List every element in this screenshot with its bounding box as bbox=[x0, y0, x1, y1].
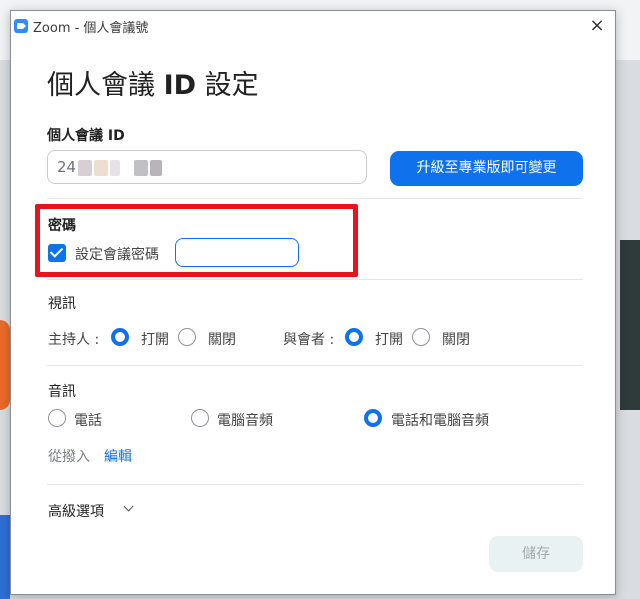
audio-section-label: 音訊 bbox=[48, 384, 76, 400]
audio-both-label: 電話和電腦音頻 bbox=[391, 413, 489, 429]
audio-phone-radio[interactable] bbox=[48, 409, 66, 427]
divider bbox=[47, 198, 583, 199]
window-title: Zoom - 個人會議號 bbox=[33, 21, 149, 36]
redacted-digit bbox=[110, 159, 121, 176]
redacted-digit bbox=[150, 159, 163, 176]
divider bbox=[47, 279, 583, 280]
audio-computer-radio[interactable] bbox=[191, 409, 209, 427]
zoom-app-icon bbox=[14, 19, 28, 33]
save-button[interactable]: 儲存 bbox=[489, 536, 583, 572]
chevron-down-icon[interactable] bbox=[123, 501, 134, 512]
page-title-prefix: 個人會議 bbox=[47, 70, 164, 101]
host-video-off-radio[interactable] bbox=[178, 328, 196, 346]
meeting-id-field: 24 bbox=[47, 150, 367, 184]
page-title: 個人會議 ID 設定 bbox=[47, 63, 259, 102]
close-button[interactable]: × bbox=[587, 16, 607, 36]
password-input[interactable] bbox=[175, 238, 299, 267]
background-app-panel bbox=[620, 240, 640, 410]
host-video-off-label: 關閉 bbox=[208, 332, 236, 348]
meeting-id-value: 24 bbox=[57, 158, 77, 176]
redacted-digit bbox=[78, 159, 93, 176]
participants-video-label: 與會者 : bbox=[283, 332, 335, 348]
set-password-label: 設定會議密碼 bbox=[75, 247, 159, 263]
participants-video-on-label: 打開 bbox=[375, 332, 403, 348]
dial-in-edit-link[interactable]: 編輯 bbox=[104, 446, 132, 466]
divider bbox=[47, 484, 583, 485]
page-title-id: ID bbox=[163, 70, 197, 101]
dial-in-label: 從撥入 bbox=[48, 449, 90, 465]
page-title-suffix: 設定 bbox=[196, 70, 259, 101]
participants-video-on-radio[interactable] bbox=[345, 328, 363, 346]
audio-computer-label: 電腦音頻 bbox=[217, 413, 273, 429]
meeting-id-label: 個人會議 ID bbox=[47, 128, 125, 144]
host-video-on-label: 打開 bbox=[141, 332, 169, 348]
audio-both-radio[interactable] bbox=[364, 409, 382, 427]
divider bbox=[47, 365, 583, 366]
background-app-shape bbox=[0, 515, 10, 599]
participants-video-off-label: 關閉 bbox=[442, 332, 470, 348]
participants-video-off-radio[interactable] bbox=[412, 328, 430, 346]
redacted-digit bbox=[134, 159, 149, 176]
set-password-checkbox[interactable] bbox=[48, 244, 66, 262]
host-video-on-radio[interactable] bbox=[111, 328, 129, 346]
title-bar: Zoom - 個人會議號 × bbox=[11, 11, 615, 41]
password-section-label: 密碼 bbox=[48, 218, 76, 234]
redacted-digit bbox=[94, 159, 109, 176]
advanced-options-toggle[interactable]: 高級選項 bbox=[48, 501, 104, 521]
audio-phone-label: 電話 bbox=[74, 413, 102, 429]
upgrade-button[interactable]: 升級至專業版即可變更 bbox=[390, 151, 583, 186]
settings-dialog: Zoom - 個人會議號 × 個人會議 ID 設定 個人會議 ID 24 升級至… bbox=[10, 10, 616, 595]
video-section-label: 視訊 bbox=[48, 296, 76, 312]
host-video-label: 主持人 : bbox=[48, 332, 100, 348]
background-app-shape bbox=[0, 320, 10, 410]
